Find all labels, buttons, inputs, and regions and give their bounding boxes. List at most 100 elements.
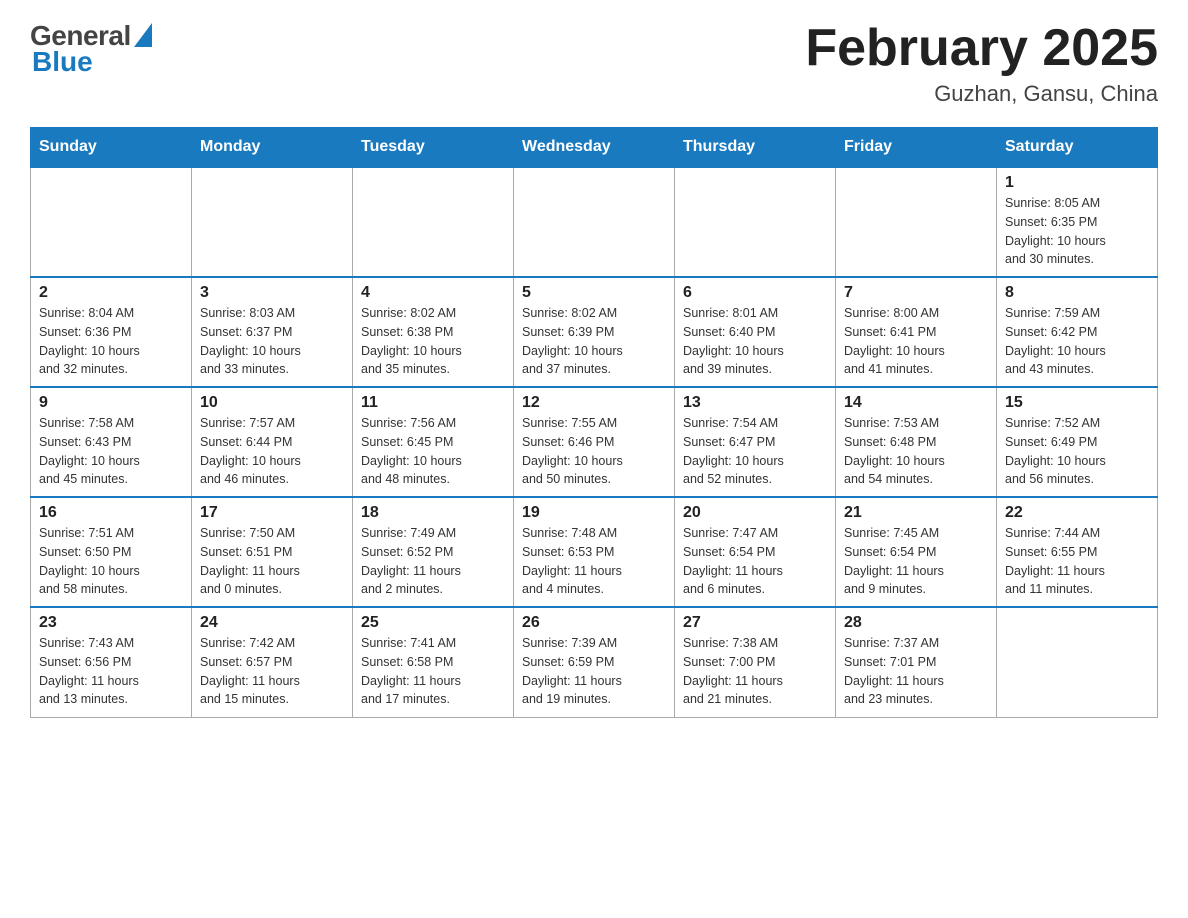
day-info: Sunrise: 8:00 AM Sunset: 6:41 PM Dayligh… (844, 304, 988, 379)
calendar-cell: 19 Sunrise: 7:48 AM Sunset: 6:53 PM Dayli… (514, 497, 675, 607)
calendar-cell: 7 Sunrise: 8:00 AM Sunset: 6:41 PM Daylig… (836, 277, 997, 387)
day-number: 13 (683, 394, 827, 412)
day-number: 11 (361, 394, 505, 412)
day-info: Sunrise: 8:02 AM Sunset: 6:39 PM Dayligh… (522, 304, 666, 379)
day-info: Sunrise: 7:56 AM Sunset: 6:45 PM Dayligh… (361, 414, 505, 489)
day-info: Sunrise: 7:38 AM Sunset: 7:00 PM Dayligh… (683, 634, 827, 709)
day-number: 7 (844, 284, 988, 302)
location-text: Guzhan, Gansu, China (805, 81, 1158, 107)
day-info: Sunrise: 7:51 AM Sunset: 6:50 PM Dayligh… (39, 524, 183, 599)
day-number: 25 (361, 614, 505, 632)
day-number: 4 (361, 284, 505, 302)
week-row-3: 9 Sunrise: 7:58 AM Sunset: 6:43 PM Daylig… (31, 387, 1158, 497)
day-number: 10 (200, 394, 344, 412)
day-info: Sunrise: 7:58 AM Sunset: 6:43 PM Dayligh… (39, 414, 183, 489)
logo-blue-text: Blue (32, 46, 152, 78)
title-area: February 2025 Guzhan, Gansu, China (805, 20, 1158, 107)
weekday-header-wednesday: Wednesday (514, 128, 675, 168)
week-row-5: 23 Sunrise: 7:43 AM Sunset: 6:56 PM Dayli… (31, 607, 1158, 717)
day-number: 27 (683, 614, 827, 632)
day-info: Sunrise: 7:44 AM Sunset: 6:55 PM Dayligh… (1005, 524, 1149, 599)
calendar-cell (836, 167, 997, 277)
day-info: Sunrise: 7:55 AM Sunset: 6:46 PM Dayligh… (522, 414, 666, 489)
calendar-cell: 25 Sunrise: 7:41 AM Sunset: 6:58 PM Dayli… (353, 607, 514, 717)
calendar-cell: 27 Sunrise: 7:38 AM Sunset: 7:00 PM Dayli… (675, 607, 836, 717)
day-info: Sunrise: 7:37 AM Sunset: 7:01 PM Dayligh… (844, 634, 988, 709)
calendar-cell: 12 Sunrise: 7:55 AM Sunset: 6:46 PM Dayli… (514, 387, 675, 497)
day-number: 12 (522, 394, 666, 412)
calendar-cell: 22Sunrise: 7:44 AM Sunset: 6:55 PM Dayli… (997, 497, 1158, 607)
calendar-cell (675, 167, 836, 277)
day-number: 26 (522, 614, 666, 632)
month-title: February 2025 (805, 20, 1158, 77)
calendar-cell: 24 Sunrise: 7:42 AM Sunset: 6:57 PM Dayli… (192, 607, 353, 717)
day-number: 2 (39, 284, 183, 302)
day-number: 24 (200, 614, 344, 632)
day-info: Sunrise: 7:42 AM Sunset: 6:57 PM Dayligh… (200, 634, 344, 709)
day-info: Sunrise: 8:03 AM Sunset: 6:37 PM Dayligh… (200, 304, 344, 379)
weekday-header-row: SundayMondayTuesdayWednesdayThursdayFrid… (31, 128, 1158, 168)
day-info: Sunrise: 7:43 AM Sunset: 6:56 PM Dayligh… (39, 634, 183, 709)
calendar-cell: 16 Sunrise: 7:51 AM Sunset: 6:50 PM Dayli… (31, 497, 192, 607)
calendar-cell: 8 Sunrise: 7:59 AM Sunset: 6:42 PM Daylig… (997, 277, 1158, 387)
calendar-cell: 26Sunrise: 7:39 AM Sunset: 6:59 PM Dayli… (514, 607, 675, 717)
calendar-cell: 17 Sunrise: 7:50 AM Sunset: 6:51 PM Dayli… (192, 497, 353, 607)
calendar-cell (997, 607, 1158, 717)
calendar-cell: 20 Sunrise: 7:47 AM Sunset: 6:54 PM Dayli… (675, 497, 836, 607)
weekday-header-sunday: Sunday (31, 128, 192, 168)
page-header: General Blue February 2025 Guzhan, Gansu… (30, 20, 1158, 107)
day-info: Sunrise: 7:49 AM Sunset: 6:52 PM Dayligh… (361, 524, 505, 599)
calendar-cell: 3 Sunrise: 8:03 AM Sunset: 6:37 PM Daylig… (192, 277, 353, 387)
calendar-cell: 15Sunrise: 7:52 AM Sunset: 6:49 PM Dayli… (997, 387, 1158, 497)
day-number: 28 (844, 614, 988, 632)
calendar-cell (31, 167, 192, 277)
day-info: Sunrise: 7:47 AM Sunset: 6:54 PM Dayligh… (683, 524, 827, 599)
calendar-cell: 18 Sunrise: 7:49 AM Sunset: 6:52 PM Dayli… (353, 497, 514, 607)
day-info: Sunrise: 8:05 AM Sunset: 6:35 PM Dayligh… (1005, 194, 1149, 269)
day-info: Sunrise: 7:53 AM Sunset: 6:48 PM Dayligh… (844, 414, 988, 489)
day-info: Sunrise: 8:02 AM Sunset: 6:38 PM Dayligh… (361, 304, 505, 379)
logo-arrow-icon (134, 23, 152, 47)
calendar-cell: 28 Sunrise: 7:37 AM Sunset: 7:01 PM Dayli… (836, 607, 997, 717)
weekday-header-monday: Monday (192, 128, 353, 168)
calendar-cell: 6Sunrise: 8:01 AM Sunset: 6:40 PM Daylig… (675, 277, 836, 387)
calendar-cell: 10 Sunrise: 7:57 AM Sunset: 6:44 PM Dayli… (192, 387, 353, 497)
weekday-header-friday: Friday (836, 128, 997, 168)
day-number: 23 (39, 614, 183, 632)
calendar-cell: 14 Sunrise: 7:53 AM Sunset: 6:48 PM Dayli… (836, 387, 997, 497)
calendar-cell (192, 167, 353, 277)
week-row-2: 2 Sunrise: 8:04 AM Sunset: 6:36 PM Daylig… (31, 277, 1158, 387)
day-number: 9 (39, 394, 183, 412)
day-number: 17 (200, 504, 344, 522)
week-row-1: 1 Sunrise: 8:05 AM Sunset: 6:35 PM Daylig… (31, 167, 1158, 277)
day-number: 3 (200, 284, 344, 302)
day-number: 8 (1005, 284, 1149, 302)
day-info: Sunrise: 7:45 AM Sunset: 6:54 PM Dayligh… (844, 524, 988, 599)
calendar-cell: 23 Sunrise: 7:43 AM Sunset: 6:56 PM Dayli… (31, 607, 192, 717)
calendar-table: SundayMondayTuesdayWednesdayThursdayFrid… (30, 127, 1158, 718)
day-number: 5 (522, 284, 666, 302)
day-info: Sunrise: 7:57 AM Sunset: 6:44 PM Dayligh… (200, 414, 344, 489)
logo: General Blue (30, 20, 152, 78)
day-info: Sunrise: 7:48 AM Sunset: 6:53 PM Dayligh… (522, 524, 666, 599)
calendar-cell: 13 Sunrise: 7:54 AM Sunset: 6:47 PM Dayli… (675, 387, 836, 497)
day-info: Sunrise: 7:50 AM Sunset: 6:51 PM Dayligh… (200, 524, 344, 599)
day-info: Sunrise: 7:41 AM Sunset: 6:58 PM Dayligh… (361, 634, 505, 709)
day-info: Sunrise: 7:59 AM Sunset: 6:42 PM Dayligh… (1005, 304, 1149, 379)
day-info: Sunrise: 8:01 AM Sunset: 6:40 PM Dayligh… (683, 304, 827, 379)
day-info: Sunrise: 7:54 AM Sunset: 6:47 PM Dayligh… (683, 414, 827, 489)
day-info: Sunrise: 8:04 AM Sunset: 6:36 PM Dayligh… (39, 304, 183, 379)
day-number: 1 (1005, 174, 1149, 192)
calendar-cell: 1 Sunrise: 8:05 AM Sunset: 6:35 PM Daylig… (997, 167, 1158, 277)
weekday-header-saturday: Saturday (997, 128, 1158, 168)
day-number: 16 (39, 504, 183, 522)
calendar-cell: 9 Sunrise: 7:58 AM Sunset: 6:43 PM Daylig… (31, 387, 192, 497)
day-number: 18 (361, 504, 505, 522)
calendar-cell: 5 Sunrise: 8:02 AM Sunset: 6:39 PM Daylig… (514, 277, 675, 387)
calendar-cell: 11 Sunrise: 7:56 AM Sunset: 6:45 PM Dayli… (353, 387, 514, 497)
day-number: 20 (683, 504, 827, 522)
day-number: 14 (844, 394, 988, 412)
calendar-cell (353, 167, 514, 277)
day-number: 19 (522, 504, 666, 522)
day-number: 15 (1005, 394, 1149, 412)
